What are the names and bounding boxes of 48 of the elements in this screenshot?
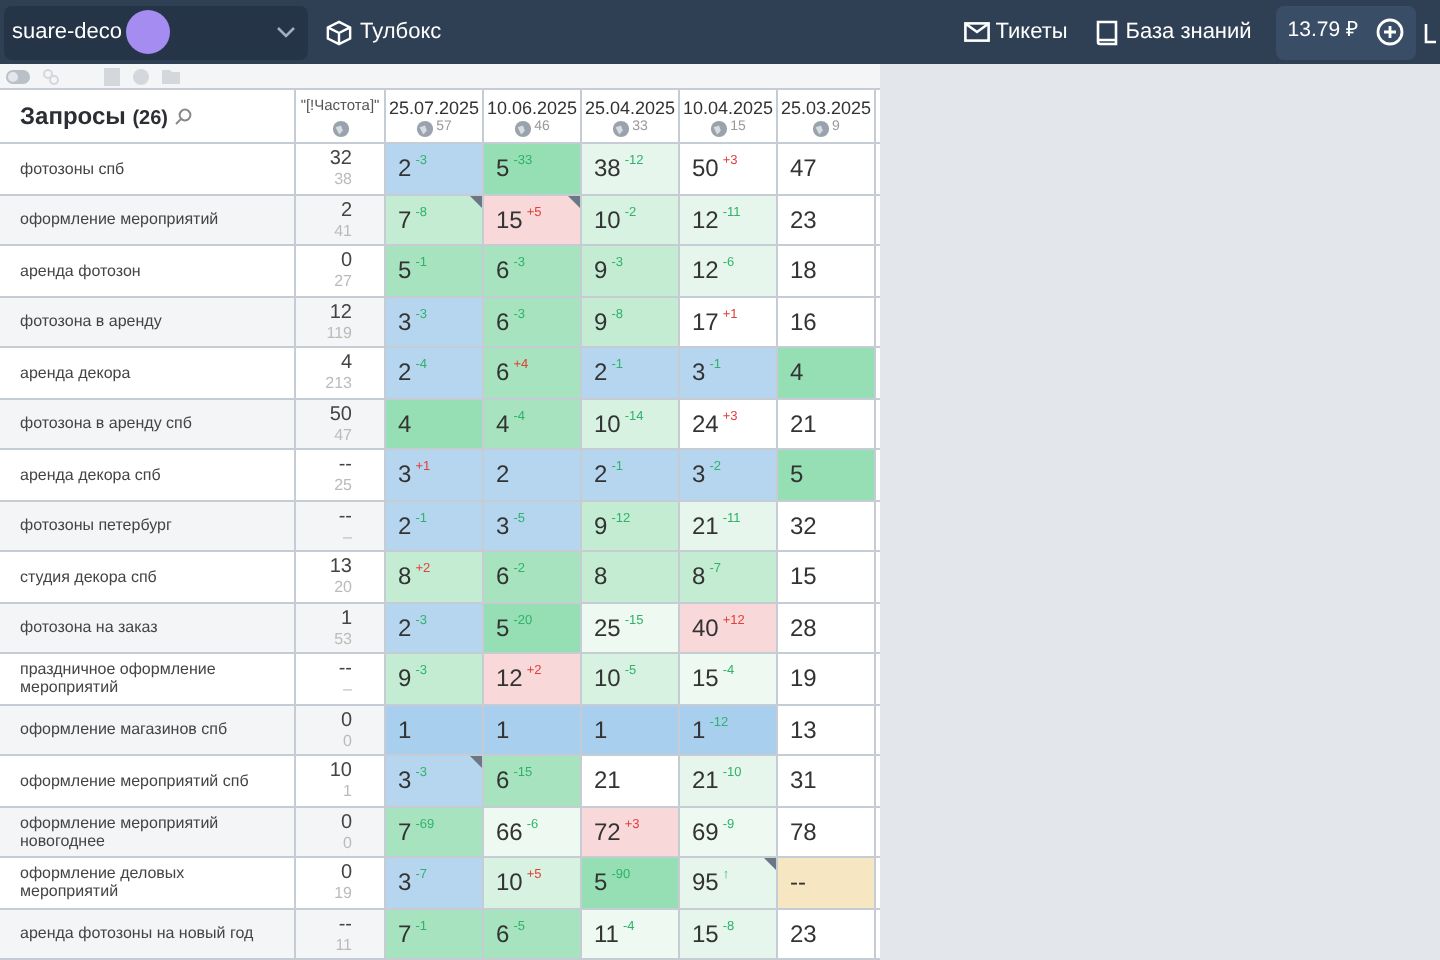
frequency-cell: 1 53 bbox=[296, 603, 386, 652]
chevron-icon bbox=[276, 26, 296, 38]
balance-amount: 13.79 ₽ bbox=[1287, 16, 1358, 47]
frequency-cell: 0 0 bbox=[296, 705, 386, 754]
query-cell: аренда фотозоны на новый год bbox=[0, 909, 296, 958]
globe-icon bbox=[812, 119, 831, 137]
position-cell: 1 bbox=[484, 705, 582, 754]
globe-icon bbox=[612, 119, 631, 137]
query-cell: фотозона на заказ bbox=[0, 603, 296, 652]
position-cell: 1 bbox=[582, 705, 680, 754]
cube-icon bbox=[326, 19, 352, 45]
frequency-cell: -- – bbox=[296, 501, 386, 550]
book-icon bbox=[1095, 19, 1118, 45]
query-cell: оформление мероприятий новогоднее bbox=[0, 807, 296, 856]
frequency-cell: 12 119 bbox=[296, 297, 386, 346]
globe-icon bbox=[514, 119, 533, 137]
cursor-highlight bbox=[126, 10, 171, 54]
toggle-icon[interactable] bbox=[6, 69, 30, 83]
document-icon[interactable] bbox=[104, 67, 120, 85]
queries-title: Запросы (26) bbox=[20, 100, 169, 134]
position-cell: 1 bbox=[386, 705, 484, 754]
project-select[interactable]: suare-deco bbox=[4, 5, 308, 59]
search-icon[interactable] bbox=[174, 107, 193, 125]
add-icon[interactable] bbox=[1376, 18, 1404, 46]
query-cell: фотозона в аренду bbox=[0, 297, 296, 346]
query-cell: фотозона в аренду спб bbox=[0, 399, 296, 448]
folder-icon[interactable] bbox=[162, 68, 180, 84]
knowledge-base-button[interactable]: База знаний bbox=[1095, 15, 1252, 49]
globe-icon bbox=[331, 120, 349, 139]
position-cell: 2 bbox=[484, 450, 582, 499]
link-icon[interactable] bbox=[42, 67, 60, 85]
mail-icon bbox=[963, 22, 990, 42]
frequency-cell: 2 41 bbox=[296, 195, 386, 244]
query-cell: фотозоны петербург bbox=[0, 501, 296, 550]
position-cell: 4 bbox=[386, 399, 484, 448]
globe-icon bbox=[416, 119, 435, 137]
frequency-cell: 50 47 bbox=[296, 399, 386, 448]
position-cell: -- bbox=[778, 858, 876, 907]
tickets-button[interactable]: Тикеты bbox=[963, 15, 1068, 49]
position-cell: 5 bbox=[778, 450, 876, 499]
position-cell: 4 bbox=[778, 348, 876, 397]
frequency-cell: -- 11 bbox=[296, 909, 386, 958]
query-cell: оформление мероприятий bbox=[0, 195, 296, 244]
globe-icon bbox=[710, 119, 729, 137]
position-cell: 8 bbox=[582, 552, 680, 601]
toolbox-button[interactable]: Тулбокс bbox=[326, 15, 442, 49]
query-cell: оформление магазинов спб bbox=[0, 705, 296, 754]
frequency-cell: 0 0 bbox=[296, 807, 386, 856]
